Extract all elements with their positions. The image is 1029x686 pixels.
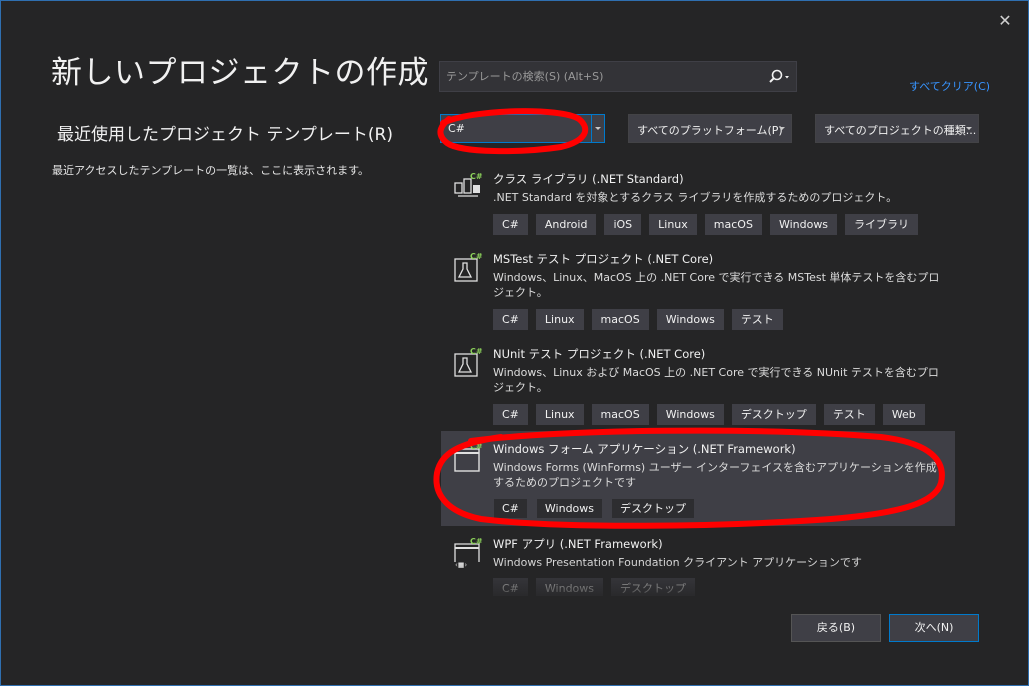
tag: Web xyxy=(882,404,925,425)
svg-text:C#: C# xyxy=(470,442,483,451)
chevron-down-icon xyxy=(966,127,972,130)
tag: C# xyxy=(493,498,528,519)
template-tags: C# Android iOS Linux macOS Windows ライブラリ xyxy=(493,214,919,235)
wpf-app-icon: ‹■› C# xyxy=(453,536,483,570)
svg-text:C#: C# xyxy=(470,347,483,356)
template-tags: C# Windows デスクトップ xyxy=(493,498,696,519)
template-item-wpf[interactable]: ‹■› C# WPF アプリ (.NET Framework) Windows … xyxy=(441,526,955,596)
template-name: クラス ライブラリ (.NET Standard) xyxy=(493,172,684,186)
template-item-mstest[interactable]: C# MSTest テスト プロジェクト (.NET Core) Windows… xyxy=(441,241,955,336)
tag: Windows xyxy=(769,214,838,235)
tag: デスクトップ xyxy=(611,498,696,519)
next-button[interactable]: 次へ(N) xyxy=(889,614,979,642)
template-name: Windows フォーム アプリケーション (.NET Framework) xyxy=(493,442,796,456)
page-title: 新しいプロジェクトの作成 xyxy=(51,55,429,91)
template-tags: C# Linux macOS Windows テスト xyxy=(493,309,783,330)
chevron-down-icon xyxy=(779,127,785,130)
tag: Linux xyxy=(649,214,697,235)
language-filter-dropdown[interactable]: C# xyxy=(440,114,605,143)
template-name: MSTest テスト プロジェクト (.NET Core) xyxy=(493,252,714,266)
search-icon[interactable] xyxy=(767,68,793,86)
tag: テスト xyxy=(731,309,783,330)
tag: デスクトップ xyxy=(611,578,696,596)
recent-templates-heading: 最近使用したプロジェクト テンプレート(R) xyxy=(57,125,393,145)
template-name: WPF アプリ (.NET Framework) xyxy=(493,537,663,551)
project-type-filter-value: すべてのプロジェクトの種類... xyxy=(824,124,977,137)
tag: macOS xyxy=(591,404,649,425)
platform-filter-dropdown[interactable]: すべてのプラットフォーム(P) xyxy=(628,114,792,143)
chevron-down-icon xyxy=(595,127,601,130)
template-description: Windows Presentation Foundation クライアント ア… xyxy=(493,556,862,569)
template-item-windows-forms[interactable]: C# Windows フォーム アプリケーション (.NET Framework… xyxy=(441,431,955,526)
tag: テスト xyxy=(823,404,875,425)
template-description: Windows、Linux、MacOS 上の .NET Core で実行できる … xyxy=(493,271,940,299)
clear-all-link[interactable]: すべてクリア(C) xyxy=(909,78,990,94)
tag: C# xyxy=(493,404,528,425)
language-filter-arrow[interactable] xyxy=(591,115,604,142)
svg-text:‹■›: ‹■› xyxy=(455,561,467,569)
new-project-dialog: ✕ 新しいプロジェクトの作成 最近使用したプロジェクト テンプレート(R) 最近… xyxy=(0,0,1029,686)
window-app-icon: C# xyxy=(453,441,483,475)
test-flask-icon: C# xyxy=(453,251,483,285)
tag: Android xyxy=(535,214,597,235)
tag: Linux xyxy=(535,404,584,425)
tag: C# xyxy=(493,309,528,330)
template-name: NUnit テスト プロジェクト (.NET Core) xyxy=(493,347,706,361)
template-description: Windows、Linux および MacOS 上の .NET Core で実行… xyxy=(493,366,939,394)
template-tags: C# Windows デスクトップ xyxy=(493,578,696,596)
tag: iOS xyxy=(604,214,642,235)
svg-text:C#: C# xyxy=(470,172,483,181)
template-tags: C# Linux macOS Windows デスクトップ テスト Web xyxy=(493,404,925,425)
tag: macOS xyxy=(591,309,649,330)
template-item-class-library[interactable]: C# クラス ライブラリ (.NET Standard) .NET Standa… xyxy=(441,161,955,241)
project-type-filter-dropdown[interactable]: すべてのプロジェクトの種類... xyxy=(815,114,979,143)
template-description: .NET Standard を対象とするクラス ライブラリを作成するためのプロジ… xyxy=(493,191,898,204)
class-library-icon: C# xyxy=(453,171,483,205)
svg-text:C#: C# xyxy=(470,537,483,546)
tag: Windows xyxy=(535,578,604,596)
tag: C# xyxy=(493,578,528,596)
tag: ライブラリ xyxy=(845,214,919,235)
template-description: Windows Forms (WinForms) ユーザー インターフェイスを含… xyxy=(493,461,937,489)
tag: Linux xyxy=(535,309,584,330)
platform-filter-value: すべてのプラットフォーム(P) xyxy=(637,124,783,137)
back-button[interactable]: 戻る(B) xyxy=(791,614,881,642)
tag: Windows xyxy=(656,404,724,425)
template-search-box[interactable] xyxy=(439,61,797,92)
recent-templates-description: 最近アクセスしたテンプレートの一覧は、ここに表示されます。 xyxy=(52,164,370,177)
tag: デスクトップ xyxy=(731,404,816,425)
tag: macOS xyxy=(704,214,762,235)
tag: Windows xyxy=(656,309,724,330)
template-item-nunit[interactable]: C# NUnit テスト プロジェクト (.NET Core) Windows、… xyxy=(441,336,955,431)
close-button[interactable]: ✕ xyxy=(995,11,1015,31)
svg-text:C#: C# xyxy=(470,252,483,261)
tag: Windows xyxy=(535,498,604,519)
language-filter-value: C# xyxy=(448,122,465,135)
tag: C# xyxy=(493,214,528,235)
test-flask-icon: C# xyxy=(453,346,483,380)
template-list: C# クラス ライブラリ (.NET Standard) .NET Standa… xyxy=(441,161,955,596)
template-search-input[interactable] xyxy=(440,62,760,91)
